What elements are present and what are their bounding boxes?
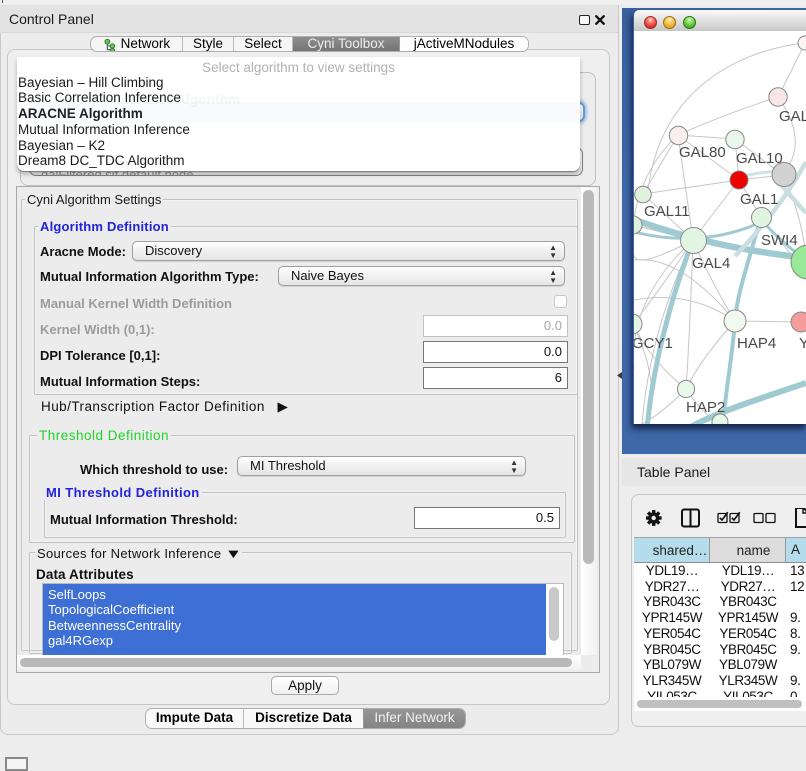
svg-text:SWI4: SWI4 <box>761 232 798 249</box>
svg-text:HAP2: HAP2 <box>686 399 725 416</box>
svg-text:GAL1: GAL1 <box>740 191 778 208</box>
svg-text:HAP4: HAP4 <box>737 335 776 352</box>
svg-text:YM: YM <box>799 335 806 352</box>
svg-text:GAL4: GAL4 <box>692 255 730 272</box>
svg-text:GAL7: GAL7 <box>779 108 806 125</box>
svg-text:GAL10: GAL10 <box>736 150 783 167</box>
svg-text:GAL11: GAL11 <box>644 203 690 220</box>
svg-text:GAL80: GAL80 <box>679 144 726 161</box>
svg-text:GCY1: GCY1 <box>634 335 673 352</box>
